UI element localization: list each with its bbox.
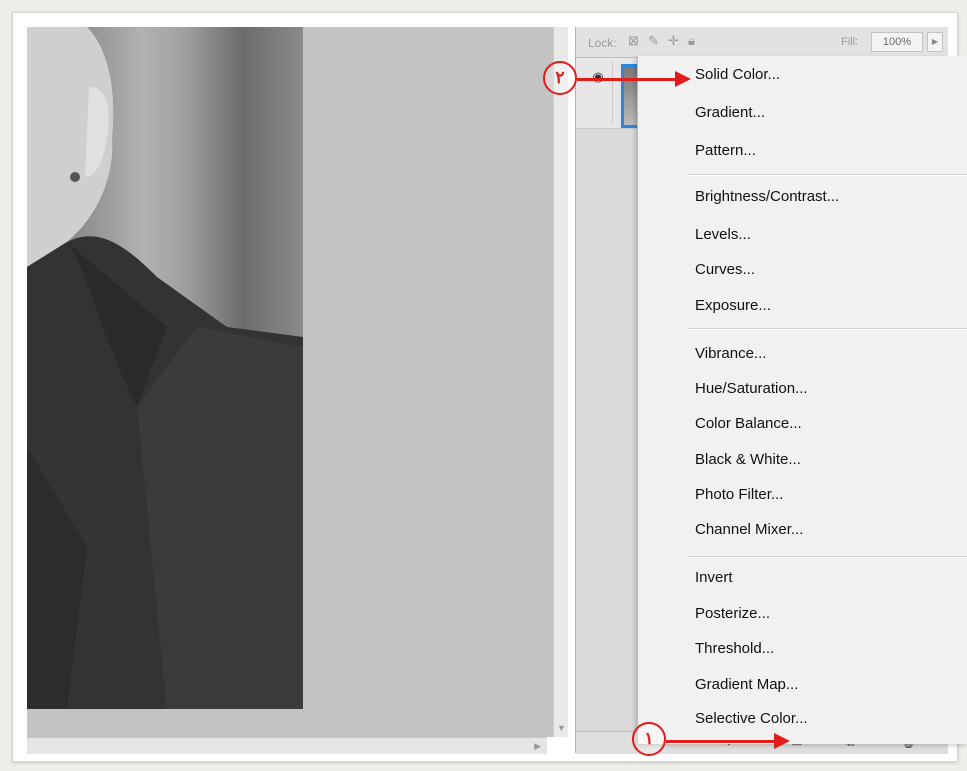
menu-item-levels[interactable]: Levels...: [695, 226, 751, 243]
menu-item-black-white[interactable]: Black & White...: [695, 451, 801, 468]
menu-separator: [688, 174, 967, 176]
menu-item-gradient[interactable]: Gradient...: [695, 104, 765, 121]
lock-label: Lock:: [588, 36, 617, 50]
step-2-arrowhead-icon: [675, 71, 691, 87]
menu-separator: [688, 328, 967, 330]
document-canvas[interactable]: [27, 27, 567, 737]
step-2-arrow: [577, 78, 677, 81]
menu-item-solid-color[interactable]: Solid Color...: [695, 66, 780, 83]
menu-item-invert[interactable]: Invert: [695, 569, 733, 586]
menu-item-hue-saturation[interactable]: Hue/Saturation...: [695, 380, 808, 397]
menu-item-brightness-contrast[interactable]: Brightness/Contrast...: [695, 188, 839, 205]
lock-transparent-icon[interactable]: ⊠: [628, 33, 639, 49]
menu-item-selective-color[interactable]: Selective Color...: [695, 710, 808, 727]
horizontal-scrollbar[interactable]: ▶: [27, 737, 547, 754]
menu-item-pattern[interactable]: Pattern...: [695, 142, 756, 159]
lock-brush-icon[interactable]: ✎: [648, 33, 659, 49]
fill-field[interactable]: 100%: [871, 32, 923, 52]
fill-label: Fill:: [841, 36, 859, 48]
menu-item-vibrance[interactable]: Vibrance...: [695, 345, 766, 362]
lock-bar: Lock: ⊠ ✎ ✛ 🔒︎ Fill: 100% ▶: [576, 27, 948, 58]
eye-icon[interactable]: ◉: [584, 62, 613, 124]
menu-item-gradient-map[interactable]: Gradient Map...: [695, 676, 798, 693]
menu-item-posterize[interactable]: Posterize...: [695, 605, 770, 622]
menu-item-photo-filter[interactable]: Photo Filter...: [695, 486, 783, 503]
menu-item-channel-mixer[interactable]: Channel Mixer...: [695, 521, 803, 538]
menu-item-exposure[interactable]: Exposure...: [695, 297, 771, 314]
step-1-arrow: [666, 740, 776, 743]
menu-item-color-balance[interactable]: Color Balance...: [695, 415, 802, 432]
step-2-marker: ۲: [543, 61, 577, 95]
menu-item-curves[interactable]: Curves...: [695, 261, 755, 278]
step-1-marker: ۱: [632, 722, 666, 756]
adjustment-layer-menu: Solid Color... Gradient... Pattern... Br…: [637, 56, 967, 744]
lock-all-icon[interactable]: 🔒︎: [688, 33, 695, 49]
scroll-right-icon[interactable]: ▶: [534, 741, 541, 752]
step-1-arrowhead-icon: [774, 733, 790, 749]
vertical-scrollbar[interactable]: ▼: [553, 27, 568, 737]
lock-move-icon[interactable]: ✛: [668, 33, 679, 49]
fill-slider-arrow-icon[interactable]: ▶: [927, 32, 943, 52]
menu-separator: [688, 556, 967, 558]
scroll-down-icon[interactable]: ▼: [557, 723, 566, 733]
menu-item-threshold[interactable]: Threshold...: [695, 640, 774, 657]
portrait-photo: [27, 27, 303, 709]
